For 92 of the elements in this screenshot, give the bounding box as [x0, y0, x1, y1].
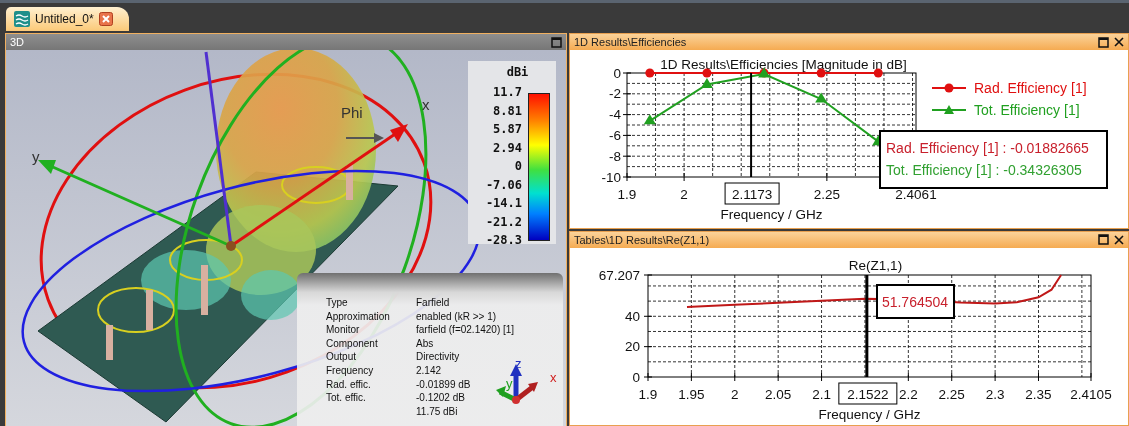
- legend-marker-icon: [931, 105, 967, 114]
- triangle-marker: [643, 114, 656, 125]
- axis-title: Frequency / GHz: [720, 207, 823, 222]
- circle-marker: [702, 68, 712, 78]
- cursor-value-label: 2.1522: [838, 382, 898, 404]
- colorbar-tick-label: 11.7: [493, 85, 522, 99]
- legend-label: Rad. Efficiency [1]: [974, 80, 1087, 96]
- ref-line-label: 2.1522: [847, 386, 889, 402]
- colorbar-tick-label: -21.2: [485, 214, 522, 229]
- axis-tick-label: 2.35: [1025, 386, 1052, 402]
- readout-text: Tot. Efficiency [1] : -0.34326305: [886, 162, 1082, 178]
- colorbar-tick-label: 5.87: [493, 122, 522, 136]
- info-label: Component: [326, 337, 378, 349]
- triangle-marker: [700, 77, 713, 88]
- axis-tick-label: 40: [624, 308, 640, 324]
- panel-title: 3D: [10, 36, 25, 48]
- info-value: enabled (kR >> 1): [416, 309, 497, 324]
- axis-tick-label: 2.05: [765, 386, 792, 402]
- axis-tick-label: -8: [609, 148, 621, 164]
- readout-text: Rad. Efficiency [1] : -0.01882665: [886, 140, 1089, 156]
- cursor-line[interactable]: [750, 72, 753, 178]
- axis-tick-label: -2: [609, 86, 621, 102]
- colorbar-tick-label: 0: [514, 159, 522, 173]
- triangle-marker: [815, 92, 828, 103]
- info-label: Output: [326, 351, 357, 363]
- axis-tick-label: 2.4105: [1070, 386, 1112, 402]
- maximize-icon[interactable]: [1098, 36, 1109, 48]
- info-value: Directivity: [416, 350, 460, 364]
- colorbar-tick-label: 2.94: [493, 140, 522, 155]
- close-icon[interactable]: [1114, 234, 1124, 245]
- cursor-line[interactable]: [865, 274, 869, 377]
- cursor-value-label: 2.1173: [724, 182, 780, 205]
- info-value: 11.75 dBi: [416, 404, 458, 419]
- axis-label: x: [550, 370, 557, 385]
- colorbar-unit: dBi: [505, 65, 530, 81]
- legend-marker-icon: [931, 83, 967, 93]
- colorbar-tick-label: -14.1: [485, 196, 522, 210]
- axis-tick-label: 2.25: [813, 187, 840, 202]
- axis-tick-label: 0: [613, 65, 621, 81]
- axis-tick-label: 20: [624, 338, 640, 354]
- axis-tick-label: 2.4061: [895, 187, 937, 202]
- colorbar-tick-label: 8.81: [493, 103, 522, 118]
- axis-tick-label: 2: [731, 386, 739, 402]
- info-label: Type: [326, 297, 348, 308]
- axis-tick-label: 67.207: [598, 267, 640, 282]
- axis-tick-label: 1.95: [678, 386, 705, 402]
- axis-label: x: [422, 96, 430, 113]
- maximize-icon[interactable]: [1098, 234, 1109, 245]
- maximize-icon[interactable]: [551, 36, 562, 48]
- readout-text: 51.764504: [881, 293, 949, 310]
- axis-tick-label: 2.25: [938, 386, 965, 402]
- axis-label: y: [506, 376, 513, 391]
- info-value: -0.01899 dB: [416, 377, 471, 392]
- info-value: -0.1202 dB: [416, 391, 465, 405]
- info-label: Frequency: [326, 364, 374, 376]
- axis-tick-label: 2.2: [898, 386, 918, 402]
- origin-point: [226, 241, 236, 251]
- axis-tick-label: 2: [680, 187, 688, 202]
- axis-title: Frequency / GHz: [818, 406, 921, 422]
- close-icon[interactable]: [1114, 37, 1124, 47]
- info-value: farfield (f=02.1420) [1]: [416, 323, 515, 337]
- legend-label: Tot. Efficiency [1]: [974, 102, 1080, 118]
- circle-marker: [873, 68, 883, 78]
- axis-label: Phi: [341, 104, 363, 121]
- panel-title: 1D Results\Efficiencies: [574, 36, 687, 48]
- waves-icon: [14, 11, 30, 27]
- colorbar-tick-label: -28.3: [485, 233, 522, 247]
- panel-title: Tables\1D Results\Re(Z1,1): [574, 233, 710, 246]
- axis-label: y: [32, 148, 40, 165]
- axis-tick-label: -10: [601, 169, 621, 185]
- axis-tick-label: 1.9: [617, 187, 637, 202]
- axis-tick-label: 1.9: [638, 386, 658, 402]
- info-label: Monitor: [326, 324, 360, 336]
- close-icon[interactable]: [98, 12, 113, 26]
- axis-tick-label: -6: [609, 127, 621, 143]
- info-label: Tot. effic.: [326, 392, 366, 404]
- ref-line-label: 2.1173: [731, 187, 773, 202]
- info-value: 2.142: [416, 363, 442, 378]
- info-value: Farfield: [416, 296, 450, 310]
- axis-tick-label: -4: [609, 107, 621, 123]
- info-label: Approximation: [326, 310, 390, 322]
- phi-direction-arrow: [345, 133, 384, 143]
- document-tab[interactable]: Untitled_0*: [6, 7, 129, 31]
- circle-marker: [645, 68, 655, 78]
- axis-tick-label: 2.3: [985, 386, 1005, 402]
- axis-tick-label: 0: [632, 369, 640, 384]
- info-value: Abs: [416, 336, 434, 351]
- axis-tick-label: 2.1: [812, 386, 831, 402]
- chart-title: Re(Z1,1): [848, 257, 903, 273]
- chart-title: 1D Results\Efficiencies [Magnitude in dB]: [660, 57, 907, 72]
- info-label: Rad. effic.: [326, 378, 371, 390]
- colorbar-tick-label: -7.06: [485, 177, 522, 192]
